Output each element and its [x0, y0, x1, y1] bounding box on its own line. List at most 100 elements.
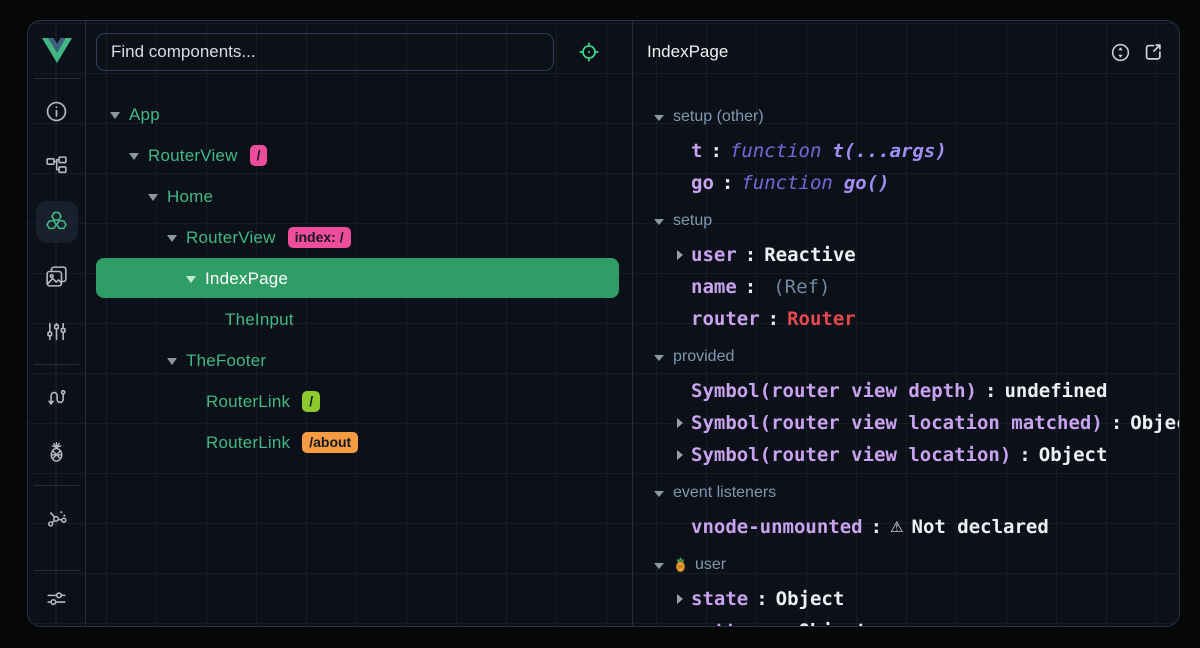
state-row-router-view-location-matched[interactable]: Symbol(router view location matched) Obj…	[633, 407, 1179, 439]
colon	[737, 244, 764, 266]
collapse-arrow-icon[interactable]	[654, 491, 664, 497]
select-component-in-page-button[interactable]	[575, 38, 603, 66]
vue-devtools-window: App RouterView / Home RouterView index: …	[27, 20, 1180, 627]
sidebar-item-settings[interactable]	[28, 571, 85, 626]
sidebar-item-router[interactable]	[28, 370, 85, 425]
state-row-vnode-unmounted[interactable]: vnode-unmounted Not declared	[633, 511, 1179, 543]
function-signature: t(...args)	[832, 140, 946, 162]
expand-arrow-icon[interactable]	[677, 250, 683, 260]
state-row-go[interactable]: go function go()	[633, 167, 1179, 199]
sidebar-item-info[interactable]	[28, 84, 85, 139]
tree-row-home[interactable]: Home	[86, 176, 632, 217]
state-key: getters	[691, 620, 771, 626]
section-setup: setup user Reactive name (Ref) router Ro…	[633, 203, 1179, 335]
state-row-t[interactable]: t function t(...args)	[633, 135, 1179, 167]
inspector-header: IndexPage	[633, 33, 1179, 71]
colon	[1103, 412, 1130, 434]
colon	[760, 308, 787, 330]
expand-arrow-icon[interactable]	[677, 450, 683, 460]
collapse-arrow-icon[interactable]	[654, 115, 664, 121]
collapse-arrow-icon[interactable]	[654, 355, 664, 361]
collapse-arrow-icon[interactable]	[167, 235, 177, 242]
component-name: App	[129, 105, 160, 125]
scroll-to-component-button[interactable]	[1108, 40, 1132, 64]
tree-row-routerview-index[interactable]: RouterView index: /	[86, 217, 632, 258]
tree-row-routerview[interactable]: RouterView /	[86, 135, 632, 176]
component-name: RouterView	[186, 228, 276, 248]
tree-row-theinput[interactable]: TheInput	[86, 299, 632, 340]
section-header[interactable]: event listeners	[633, 475, 1179, 511]
sidebar-item-graph[interactable]	[28, 491, 85, 546]
section-label: event listeners	[673, 484, 776, 502]
section-header[interactable]: setup	[633, 203, 1179, 239]
sidebar-group-plugins	[28, 365, 85, 485]
state-row-getters[interactable]: getters Object	[633, 615, 1179, 626]
open-in-editor-button[interactable]	[1141, 40, 1165, 64]
section-header[interactable]: user	[633, 547, 1179, 583]
section-label: user	[695, 556, 726, 574]
pinia-pineapple-icon	[673, 556, 688, 573]
sidebar-item-components[interactable]	[28, 194, 85, 249]
section-label: setup	[673, 212, 712, 230]
state-key: Symbol(router view location)	[691, 444, 1011, 466]
section-header[interactable]: provided	[633, 339, 1179, 375]
expand-arrow-icon[interactable]	[677, 594, 683, 604]
colon	[737, 276, 764, 298]
tree-row-thefooter[interactable]: TheFooter	[86, 340, 632, 381]
sidebar-bottom	[28, 570, 85, 626]
function-keyword: function	[741, 172, 833, 194]
tree-row-app[interactable]: App	[86, 94, 632, 135]
state-value: Object	[1130, 412, 1179, 434]
collapse-arrow-icon[interactable]	[167, 358, 177, 365]
section-setup-other: setup (other) t function t(...args) go f…	[633, 99, 1179, 199]
state-key: user	[691, 244, 737, 266]
component-tree-panel: App RouterView / Home RouterView index: …	[86, 21, 633, 626]
sidebar-item-pages[interactable]	[28, 139, 85, 194]
state-value: Router	[787, 308, 856, 330]
state-key: vnode-unmounted	[691, 516, 863, 538]
expand-arrow-icon[interactable]	[677, 418, 683, 428]
collapse-arrow-icon[interactable]	[186, 276, 196, 283]
section-provided: provided Symbol(router view depth) undef…	[633, 339, 1179, 471]
vue-logo	[28, 21, 85, 78]
colon	[771, 620, 798, 626]
inspector-actions	[1108, 40, 1165, 64]
collapse-arrow-icon[interactable]	[148, 194, 158, 201]
component-name: RouterView	[148, 146, 238, 166]
colon	[714, 172, 741, 194]
state-row-router[interactable]: router Router	[633, 303, 1179, 335]
colon	[863, 516, 890, 538]
section-event-listeners: event listeners vnode-unmounted Not decl…	[633, 475, 1179, 543]
component-name: IndexPage	[205, 269, 288, 289]
tree-row-routerlink-about[interactable]: RouterLink /about	[86, 422, 632, 463]
warning-icon	[890, 518, 903, 536]
sidebar-item-assets[interactable]	[28, 249, 85, 304]
state-value: (Ref)	[773, 276, 830, 298]
state-row-router-view-depth[interactable]: Symbol(router view depth) undefined	[633, 375, 1179, 407]
tree-row-indexpage-selected[interactable]: IndexPage	[86, 258, 632, 299]
state-row-router-view-location[interactable]: Symbol(router view location) Object	[633, 439, 1179, 471]
collapse-arrow-icon[interactable]	[110, 112, 120, 119]
section-pinia-user-store: user state Object getters Object	[633, 547, 1179, 626]
state-key: Symbol(router view depth)	[691, 380, 977, 402]
sidebar-item-pinia[interactable]	[28, 425, 85, 480]
state-row-state[interactable]: state Object	[633, 583, 1179, 615]
state-row-name[interactable]: name (Ref)	[633, 271, 1179, 303]
sidebar	[28, 21, 86, 626]
sidebar-item-timeline[interactable]	[28, 304, 85, 359]
search-input[interactable]	[96, 33, 554, 71]
route-badge: /	[302, 391, 320, 412]
section-label: provided	[673, 348, 734, 366]
tree-row-routerlink-home[interactable]: RouterLink /	[86, 381, 632, 422]
colon	[702, 140, 729, 162]
component-name: TheFooter	[186, 351, 266, 371]
state-row-user[interactable]: user Reactive	[633, 239, 1179, 271]
collapse-arrow-icon[interactable]	[654, 563, 664, 569]
section-header[interactable]: setup (other)	[633, 99, 1179, 135]
state-key: t	[691, 140, 702, 162]
collapse-arrow-icon[interactable]	[129, 153, 139, 160]
state-value: Object	[799, 620, 868, 626]
colon	[748, 588, 775, 610]
component-name: Home	[167, 187, 213, 207]
collapse-arrow-icon[interactable]	[654, 219, 664, 225]
